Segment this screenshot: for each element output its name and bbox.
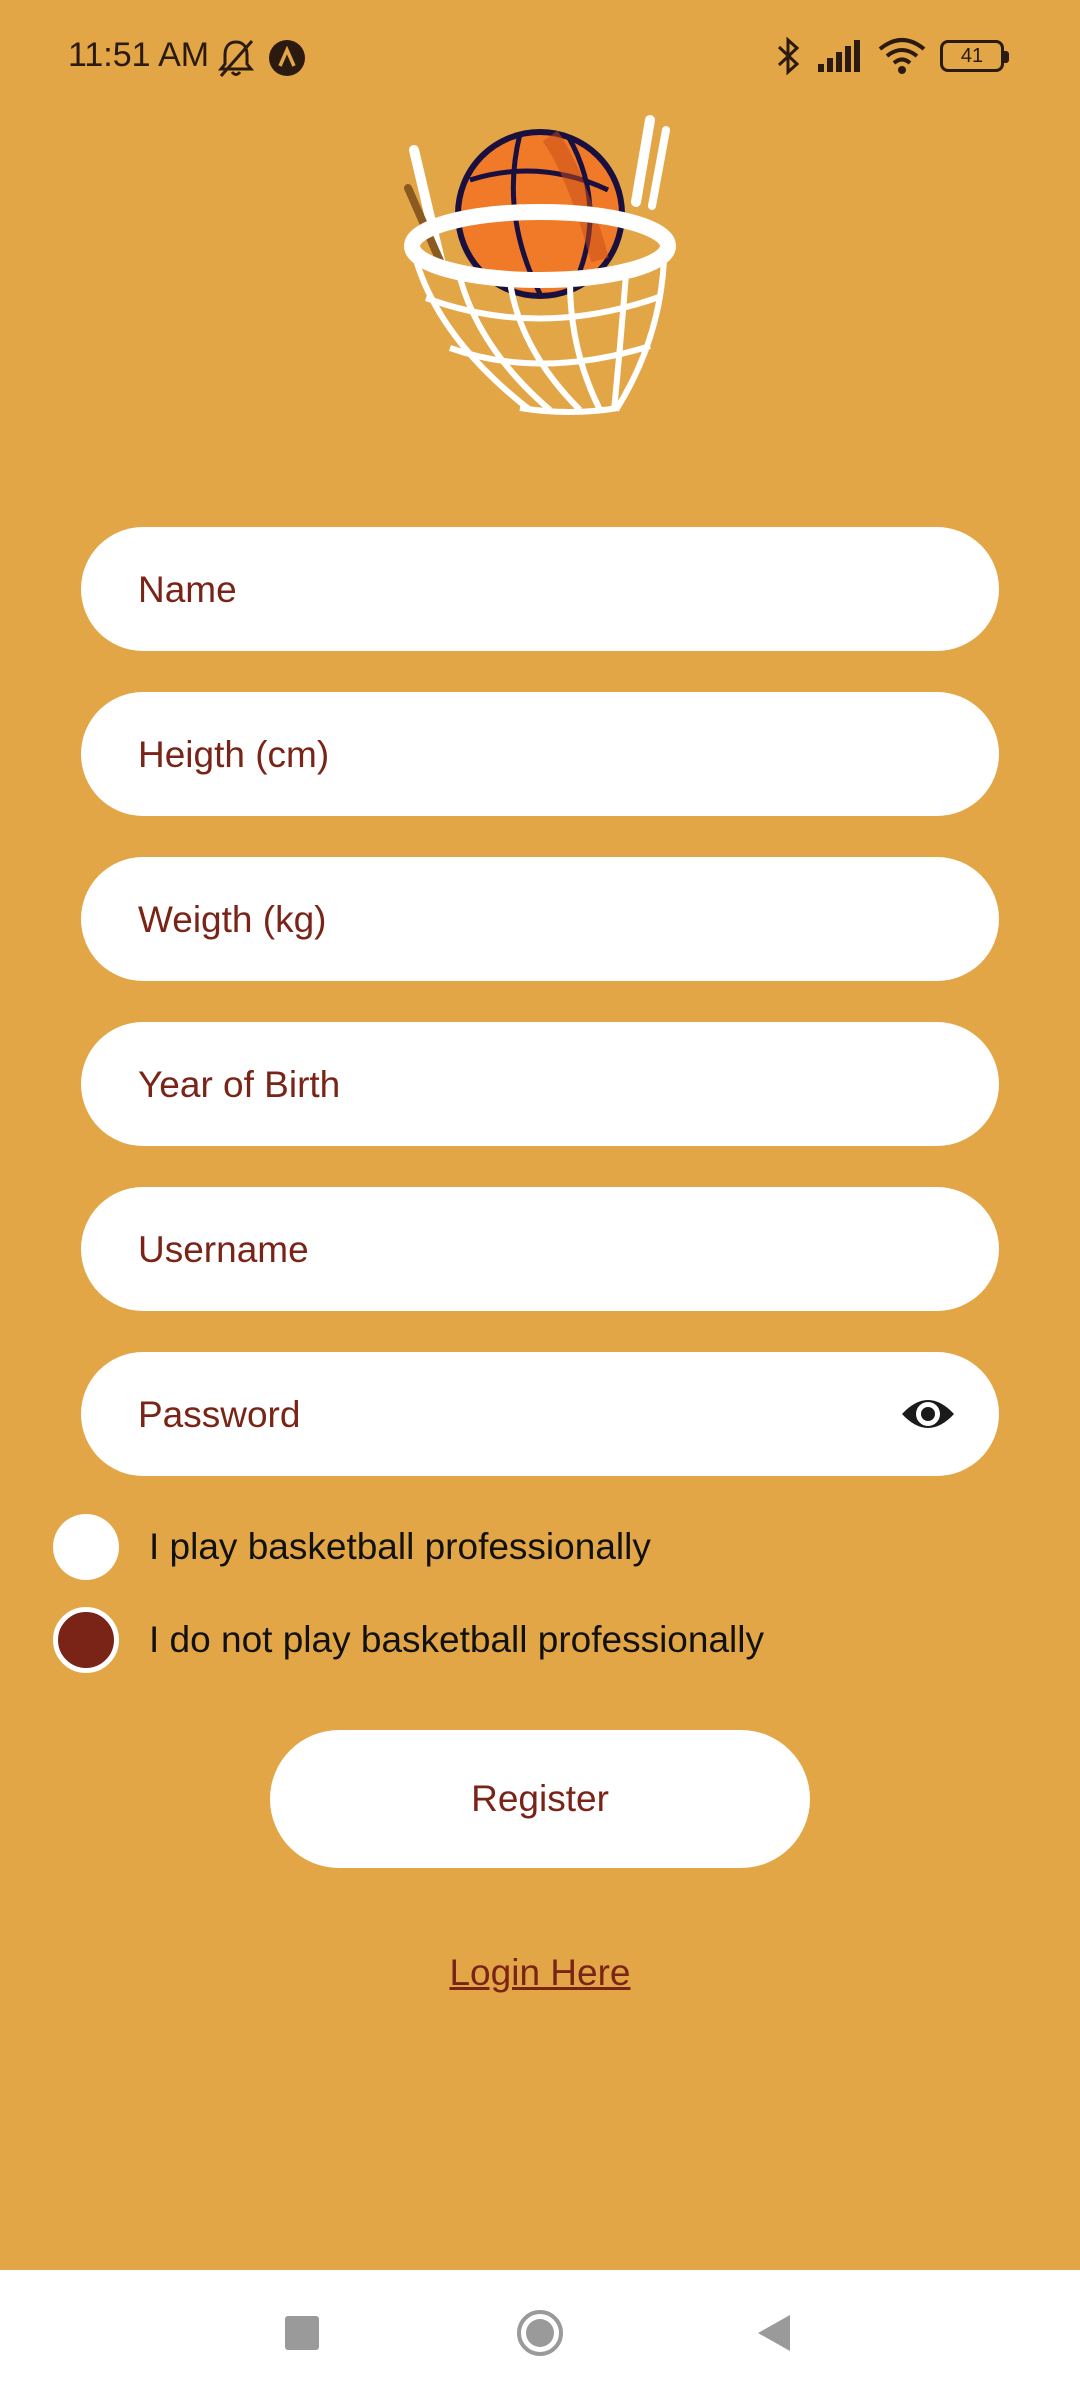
not-professional-label: I do not play basketball professionally <box>149 1619 764 1660</box>
password-input[interactable] <box>136 1352 920 1478</box>
status-icons-left <box>218 38 306 78</box>
status-icons-right: 41 <box>776 36 1009 76</box>
weight-field[interactable] <box>81 857 999 983</box>
username-input[interactable] <box>136 1187 920 1313</box>
wifi-icon <box>878 38 926 74</box>
weight-input[interactable] <box>136 857 920 983</box>
bell-off-icon <box>218 40 254 77</box>
basketball-hoop-icon <box>404 115 676 415</box>
professional-option[interactable]: I play basketball professionally <box>53 1512 1033 1582</box>
bluetooth-icon <box>777 36 800 76</box>
professional-status-group: I play basketball professionally I do no… <box>53 1512 1033 1698</box>
register-button[interactable]: Register <box>270 1730 810 1868</box>
professional-label: I play basketball professionally <box>149 1526 651 1567</box>
height-field[interactable] <box>81 692 999 818</box>
eye-icon[interactable] <box>899 1392 957 1436</box>
registration-form <box>81 527 999 1517</box>
not-professional-option[interactable]: I do not play basketball professionally <box>53 1605 1033 1675</box>
navigation-bar <box>0 2270 1080 2400</box>
back-icon[interactable] <box>756 2313 792 2353</box>
app-a-icon <box>269 40 305 76</box>
birth-year-field[interactable] <box>81 1022 999 1148</box>
name-field[interactable] <box>81 527 999 653</box>
birth-year-input[interactable] <box>136 1022 920 1148</box>
login-link[interactable]: Login Here <box>0 1952 1080 1994</box>
professional-radio[interactable] <box>53 1514 119 1580</box>
name-input[interactable] <box>136 527 920 653</box>
password-field[interactable] <box>81 1352 999 1478</box>
username-field[interactable] <box>81 1187 999 1313</box>
not-professional-radio[interactable] <box>53 1607 119 1673</box>
battery-icon: 41 <box>940 40 1009 72</box>
recent-apps-icon[interactable] <box>285 2316 319 2350</box>
signal-icon <box>818 40 860 72</box>
status-bar: 11:51 AM 41 <box>0 0 1080 118</box>
home-icon[interactable] <box>515 2308 565 2358</box>
height-input[interactable] <box>136 692 920 818</box>
status-time: 11:51 AM <box>68 36 210 74</box>
battery-level: 41 <box>960 44 984 67</box>
